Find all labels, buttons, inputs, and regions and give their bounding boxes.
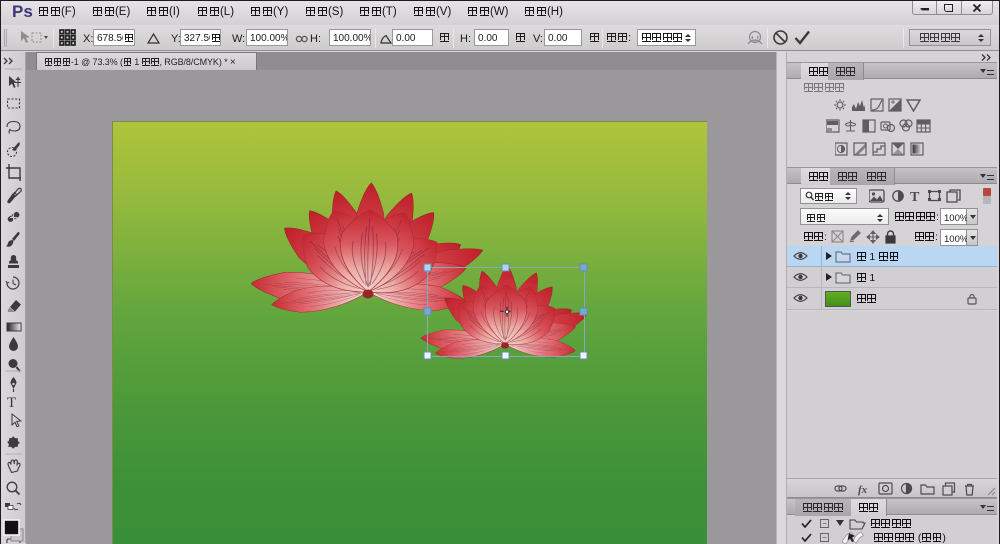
svg-text:T: T <box>910 190 920 204</box>
svg-text:fx: fx <box>858 484 868 496</box>
svg-text:T: T <box>7 395 16 411</box>
